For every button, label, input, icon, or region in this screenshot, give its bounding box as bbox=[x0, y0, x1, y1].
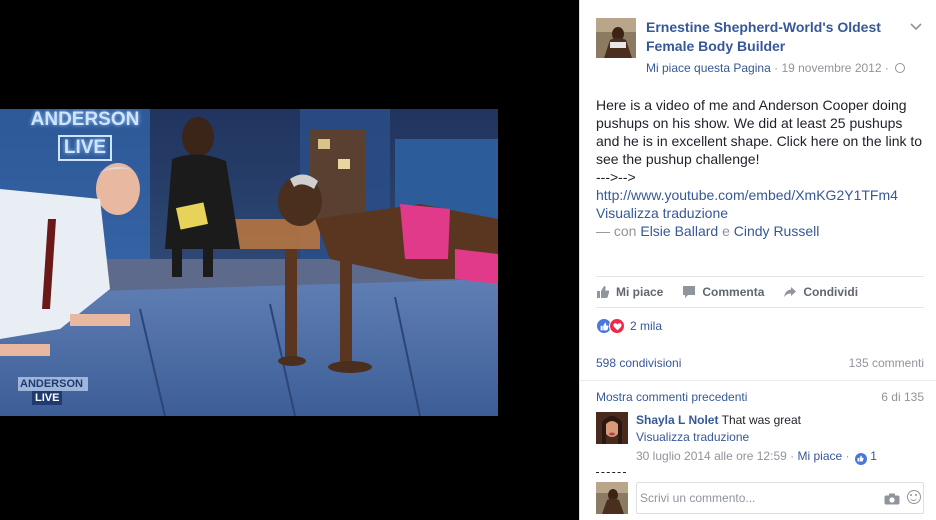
commenter-avatar-image bbox=[596, 412, 628, 444]
video-player[interactable]: ANDERSON LIVE ANDERSON LIVE bbox=[0, 109, 498, 416]
post-date[interactable]: 19 novembre 2012 bbox=[781, 61, 881, 75]
youtube-link[interactable]: http://www.youtube.com/embed/XmKG2Y1TFm4 bbox=[596, 187, 898, 203]
video-logo-top: ANDERSON LIVE bbox=[30, 109, 140, 164]
thumbs-up-icon bbox=[597, 286, 610, 298]
reaction-count: 2 mila bbox=[630, 319, 663, 333]
comment-like-link[interactable]: Mi piace bbox=[797, 449, 842, 463]
comment-button[interactable]: Commenta bbox=[682, 285, 764, 299]
share-button[interactable]: Condividi bbox=[783, 285, 858, 299]
tagged-person-1[interactable]: Elsie Ballard bbox=[640, 223, 718, 239]
arrow-prefix: --->--> bbox=[596, 169, 636, 185]
tagged-person-2[interactable]: Cindy Russell bbox=[734, 223, 820, 239]
camera-icon[interactable] bbox=[884, 492, 900, 510]
comment-button-label: Commenta bbox=[702, 285, 765, 299]
video-logo-bottom-text: ANDERSON bbox=[18, 377, 88, 391]
more-comments-row: Mostra commenti precedenti 6 di 135 bbox=[596, 390, 924, 404]
reactions-summary[interactable]: 2 mila bbox=[596, 318, 662, 334]
photo-viewer: ANDERSON LIVE ANDERSON LIVE bbox=[0, 0, 579, 520]
shares-link[interactable]: 598 condivisioni bbox=[596, 356, 681, 370]
comment-translate-link[interactable]: Visualizza traduzione bbox=[636, 429, 924, 446]
previous-comments-link[interactable]: Mostra commenti precedenti bbox=[596, 390, 747, 404]
video-logo-top-text: ANDERSON bbox=[30, 109, 140, 130]
emoji-icon[interactable] bbox=[907, 490, 921, 504]
comment-like-icon bbox=[854, 452, 867, 465]
with-prefix: — con bbox=[596, 223, 637, 239]
meta-separator: · bbox=[774, 61, 779, 75]
post-panel: Ernestine Shepherd-World's Oldest Female… bbox=[579, 0, 936, 520]
user-avatar-image bbox=[596, 482, 628, 514]
post-link-line: --->--> http://www.youtube.com/embed/XmK… bbox=[596, 168, 926, 204]
comment-meta-dot: · bbox=[790, 449, 795, 463]
meta-separator-2: · bbox=[884, 61, 889, 75]
comment-meta-dot-2: · bbox=[845, 449, 850, 463]
comment-text: That was great bbox=[721, 413, 801, 427]
and-word: e bbox=[722, 223, 730, 239]
heart-reaction-icon bbox=[609, 318, 625, 334]
comment-meta: 30 luglio 2014 alle ore 12:59 · Mi piace… bbox=[636, 448, 924, 465]
tagged-line: — con Elsie Ballard e Cindy Russell bbox=[596, 222, 926, 240]
commenter-avatar[interactable] bbox=[596, 412, 628, 444]
comment-input[interactable] bbox=[636, 482, 924, 514]
comment-like-count[interactable]: 1 bbox=[870, 449, 877, 463]
comment-composer bbox=[596, 481, 926, 515]
like-button[interactable]: Mi piace bbox=[596, 285, 663, 299]
page-name-link[interactable]: Ernestine Shepherd-World's Oldest Female… bbox=[646, 18, 886, 56]
post-body: Here is a video of me and Anderson Coope… bbox=[596, 96, 926, 240]
post-meta: Mi piace questa Pagina · 19 novembre 201… bbox=[646, 61, 906, 75]
chevron-down-icon[interactable] bbox=[910, 20, 922, 34]
page-avatar-image bbox=[596, 18, 636, 58]
share-icon bbox=[784, 287, 797, 298]
translate-link[interactable]: Visualizza traduzione bbox=[596, 204, 926, 222]
comment-body: Shayla L Nolet That was great Visualizza… bbox=[636, 412, 924, 465]
globe-icon bbox=[895, 63, 906, 73]
post-actions: Mi piace Commenta Condividi bbox=[596, 276, 924, 308]
video-logo-bottom-sub: LIVE bbox=[32, 391, 63, 405]
comment-author[interactable]: Shayla L Nolet bbox=[636, 413, 718, 427]
comment-icon bbox=[683, 286, 696, 298]
comment-time[interactable]: 30 luglio 2014 alle ore 12:59 bbox=[636, 449, 787, 463]
divider bbox=[596, 472, 626, 474]
comment-page-count: 6 di 135 bbox=[881, 390, 924, 404]
like-button-label: Mi piace bbox=[616, 285, 664, 299]
page-avatar[interactable] bbox=[596, 18, 636, 58]
post-text: Here is a video of me and Anderson Coope… bbox=[596, 97, 923, 167]
video-logo-bottom: ANDERSON LIVE bbox=[18, 377, 88, 405]
section-divider bbox=[579, 380, 936, 381]
engagement-row: 598 condivisioni 135 commenti bbox=[596, 356, 924, 370]
share-button-label: Condividi bbox=[803, 285, 859, 299]
video-logo-top-sub: LIVE bbox=[57, 135, 113, 161]
like-page-link[interactable]: Mi piace questa Pagina bbox=[646, 61, 771, 75]
post-header: Ernestine Shepherd-World's Oldest Female… bbox=[596, 18, 926, 80]
comments-count[interactable]: 135 commenti bbox=[849, 356, 924, 370]
user-avatar bbox=[596, 482, 628, 514]
